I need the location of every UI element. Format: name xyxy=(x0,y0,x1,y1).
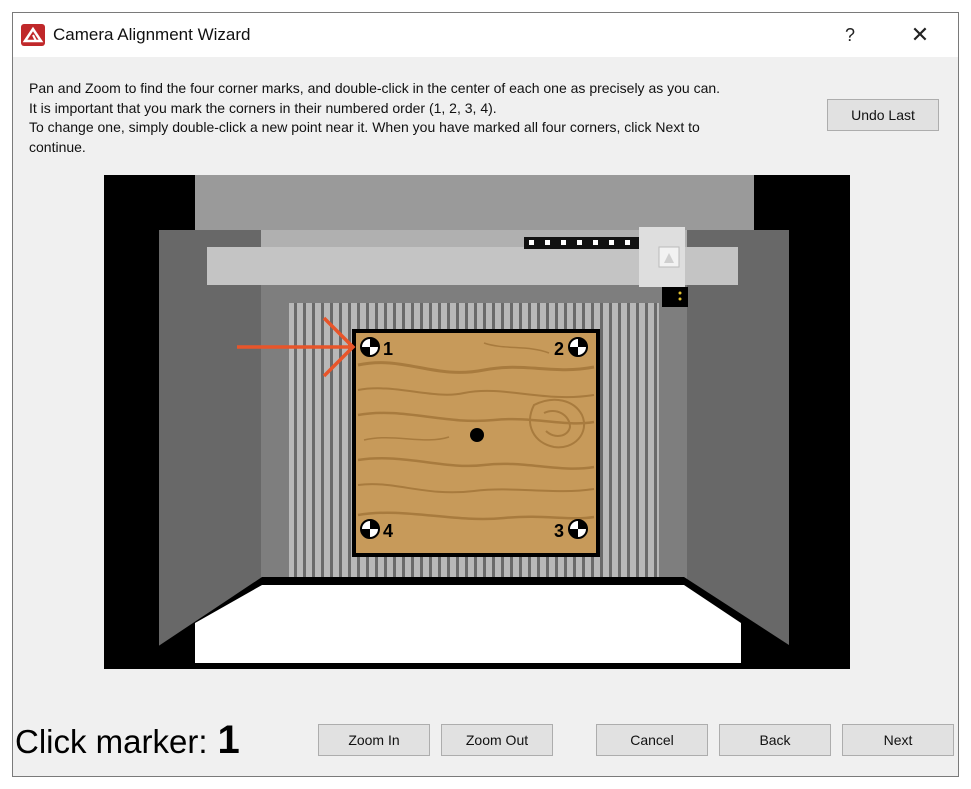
marker-label: 2 xyxy=(554,339,564,359)
help-icon[interactable]: ? xyxy=(827,13,873,57)
undo-last-button[interactable]: Undo Last xyxy=(827,99,939,131)
click-marker-status: Click marker: 1 xyxy=(15,718,240,763)
wizard-window: Camera Alignment Wizard ? ✕ Pan and Zoom… xyxy=(12,12,959,777)
marker-label: 4 xyxy=(383,521,393,541)
close-icon[interactable]: ✕ xyxy=(897,13,943,57)
click-marker-label: Click marker: xyxy=(15,723,208,760)
cancel-button[interactable]: Cancel xyxy=(596,724,708,756)
next-button[interactable]: Next xyxy=(842,724,954,756)
instruction-line: To change one, simply double-click a new… xyxy=(29,119,700,135)
instruction-line: continue. xyxy=(29,138,86,155)
camera-view[interactable]: 1 2 4 3 xyxy=(104,175,850,669)
back-button[interactable]: Back xyxy=(719,724,831,756)
instructions-text: Pan and Zoom to find the four corner mar… xyxy=(29,79,829,157)
instruction-line: It is important that you mark the corner… xyxy=(29,99,497,116)
marker-label: 1 xyxy=(383,339,393,359)
current-marker-number: 1 xyxy=(217,718,240,762)
app-logo-icon xyxy=(21,24,45,46)
zoom-in-button[interactable]: Zoom In xyxy=(318,724,430,756)
zoom-out-button[interactable]: Zoom Out xyxy=(441,724,553,756)
window-title: Camera Alignment Wizard xyxy=(53,25,251,44)
title-bar: Camera Alignment Wizard ? ✕ xyxy=(13,13,958,57)
marker-label: 3 xyxy=(554,521,564,541)
camera-image[interactable]: 1 2 4 3 xyxy=(104,175,850,669)
instruction-line: Pan and Zoom to find the four corner mar… xyxy=(29,80,721,96)
